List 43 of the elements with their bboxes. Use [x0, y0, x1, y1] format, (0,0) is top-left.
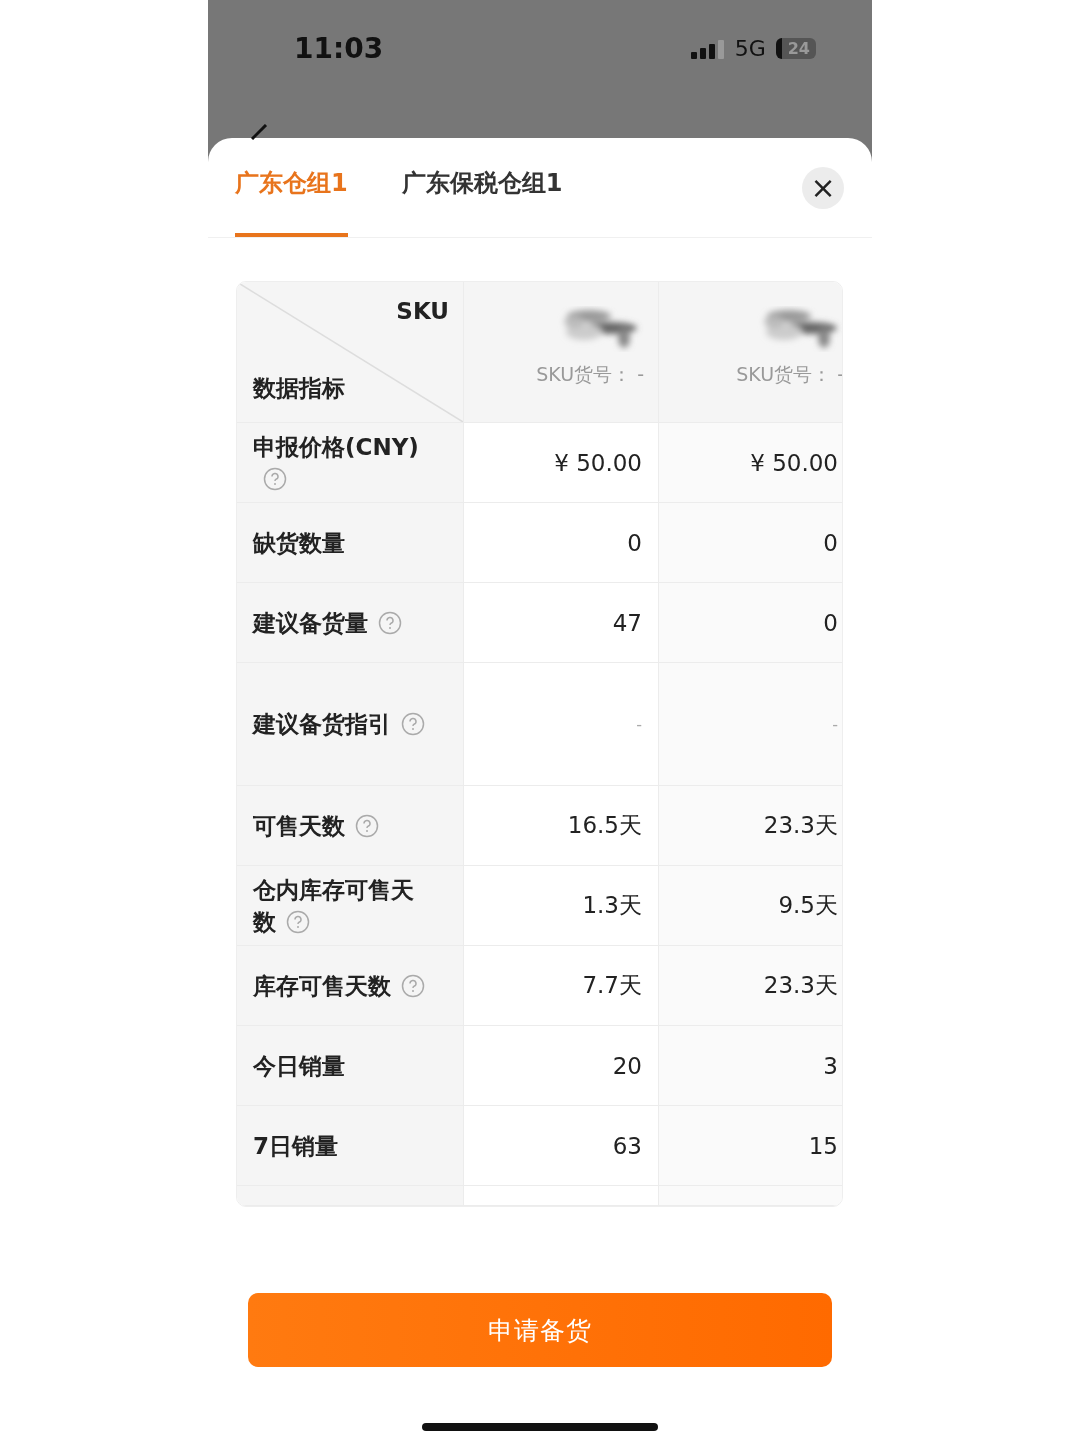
help-icon[interactable] — [378, 610, 402, 635]
table-cell: 47 — [612, 609, 642, 636]
tab[interactable]: 广东保税仓组1 — [401, 167, 563, 237]
table-cell: 0 — [627, 529, 642, 556]
battery-indicator: 24 — [775, 38, 816, 59]
status-time: 11:03 — [294, 32, 384, 65]
metric-label: 仓内库存可售天数 — [253, 875, 415, 937]
metric-label: 建议备货指引 — [253, 708, 425, 740]
table-cell-text: 16.5天 — [567, 811, 642, 840]
column-heading: SKU — [396, 298, 449, 324]
metric-label: 申报价格(CNY) — [253, 430, 428, 495]
table-cell: 0 — [823, 529, 838, 556]
table-cell-text: 9.5天 — [778, 891, 838, 920]
close-button[interactable]: × — [802, 167, 844, 209]
table-cell: 15 — [808, 1132, 838, 1159]
table-cell: ¥ 50.00 — [554, 449, 642, 476]
table-cell: - — [636, 714, 642, 734]
metric-label: 今日销量 — [253, 1051, 345, 1081]
metric-label: 库存可售天数 — [253, 969, 425, 1002]
table-cell-text: 7.7天 — [582, 971, 642, 1000]
help-icon[interactable] — [286, 909, 310, 934]
table-cell: 0 — [823, 609, 838, 636]
sku-number: SKU货号： - — [536, 362, 644, 387]
table-cell-text: 23.3天 — [763, 971, 838, 1000]
table-cell: 63 — [612, 1132, 642, 1159]
help-icon[interactable] — [401, 712, 425, 736]
table-cell: 20 — [612, 1052, 642, 1079]
table-cell: 3 — [823, 1052, 838, 1079]
signal-icon — [690, 38, 725, 59]
metric-label: 可售天数 — [253, 809, 379, 842]
table-cell-text: 23.3天 — [763, 811, 838, 840]
help-icon[interactable] — [355, 813, 379, 838]
table-cell: - — [832, 714, 838, 734]
table-cell: ¥ 50.00 — [750, 449, 838, 476]
metric-label: 建议备货量 — [253, 606, 402, 639]
help-icon[interactable] — [263, 466, 287, 491]
metric-label: 7日销量 — [253, 1131, 338, 1161]
back-icon[interactable] — [248, 124, 268, 140]
table-cell-text: 1.3天 — [582, 891, 642, 920]
row-heading: 数据指标 — [253, 374, 345, 403]
help-icon[interactable] — [401, 973, 425, 998]
network-label: 5G — [734, 36, 766, 61]
metric-label: 缺货数量 — [253, 528, 345, 558]
